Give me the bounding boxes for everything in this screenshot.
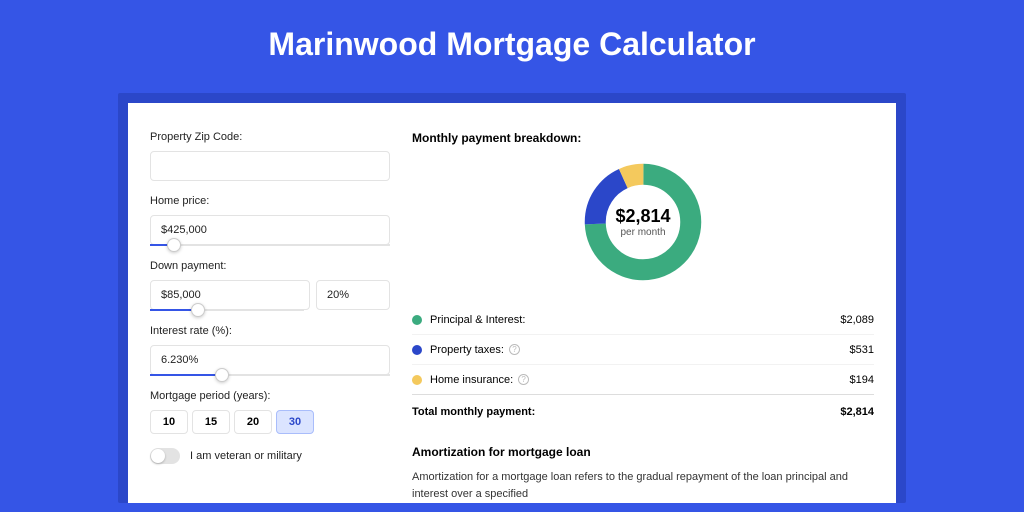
zip-input[interactable] [150,151,390,181]
row-taxes: Property taxes:? $531 [412,335,874,365]
field-period: Mortgage period (years): 10 15 20 30 [150,390,390,434]
period-label: Mortgage period (years): [150,390,390,402]
calculator-card: Property Zip Code: Home price: Down paym… [128,103,896,503]
label-principal: Principal & Interest: [430,314,525,326]
label-taxes: Property taxes: [430,344,504,356]
donut-sub: per month [620,227,665,238]
toggle-knob [151,449,165,463]
breakdown-title: Monthly payment breakdown: [412,131,874,145]
value-principal: $2,089 [840,314,874,326]
value-insurance: $194 [850,374,874,386]
period-10[interactable]: 10 [150,410,188,434]
donut-center: $2,814 per month [580,159,706,285]
label-total: Total monthly payment: [412,406,840,418]
row-principal: Principal & Interest: $2,089 [412,305,874,335]
amort-text: Amortization for a mortgage loan refers … [412,469,874,502]
info-icon[interactable]: ? [509,344,520,355]
amort-title: Amortization for mortgage loan [412,445,874,459]
row-insurance: Home insurance:? $194 [412,365,874,395]
veteran-row: I am veteran or military [150,448,390,464]
price-slider[interactable] [150,244,390,246]
field-rate: Interest rate (%): [150,325,390,376]
down-slider-thumb[interactable] [191,303,205,317]
page-title: Marinwood Mortgage Calculator [0,0,1024,93]
period-20[interactable]: 20 [234,410,272,434]
veteran-toggle[interactable] [150,448,180,464]
price-slider-thumb[interactable] [167,238,181,252]
zip-label: Property Zip Code: [150,131,390,143]
field-zip: Property Zip Code: [150,131,390,181]
donut-amount: $2,814 [615,206,670,227]
row-total: Total monthly payment: $2,814 [412,395,874,429]
rate-slider[interactable] [150,374,390,376]
down-label: Down payment: [150,260,390,272]
down-pct-input[interactable] [316,280,390,310]
field-price: Home price: [150,195,390,246]
dot-insurance [412,375,422,385]
period-15[interactable]: 15 [192,410,230,434]
rate-label: Interest rate (%): [150,325,390,337]
rate-slider-thumb[interactable] [215,368,229,382]
info-icon[interactable]: ? [518,374,529,385]
value-taxes: $531 [850,344,874,356]
donut-container: $2,814 per month [412,159,874,285]
amortization-section: Amortization for mortgage loan Amortizat… [412,445,874,502]
rate-input[interactable] [150,345,390,375]
calculator-shadow: Property Zip Code: Home price: Down paym… [118,93,906,503]
price-label: Home price: [150,195,390,207]
dot-taxes [412,345,422,355]
form-panel: Property Zip Code: Home price: Down paym… [150,131,390,475]
period-buttons: 10 15 20 30 [150,410,390,434]
value-total: $2,814 [840,406,874,418]
breakdown-panel: Monthly payment breakdown: $2,814 per mo… [412,131,874,475]
payment-donut: $2,814 per month [580,159,706,285]
dot-principal [412,315,422,325]
down-slider[interactable] [150,309,304,311]
field-down: Down payment: [150,260,390,311]
down-amount-input[interactable] [150,280,310,310]
veteran-label: I am veteran or military [190,450,302,462]
label-insurance: Home insurance: [430,374,513,386]
period-30[interactable]: 30 [276,410,314,434]
price-input[interactable] [150,215,390,245]
